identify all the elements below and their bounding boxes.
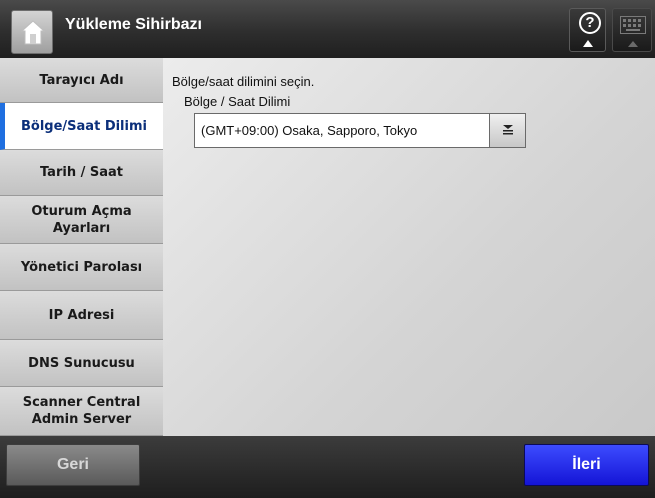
timezone-label: Bölge / Saat Dilimi (184, 94, 291, 109)
sidebar-item-label: IP Adresi (48, 307, 115, 323)
help-icon: ? (579, 12, 601, 34)
back-button[interactable]: Geri (6, 444, 140, 486)
sidebar-item-label: DNS Sunucusu (28, 355, 135, 371)
keyboard-button[interactable] (612, 8, 652, 52)
timezone-value: (GMT+09:00) Osaka, Sapporo, Tokyo (201, 123, 418, 138)
triangle-up-icon (583, 40, 593, 47)
instruction-text: Bölge/saat dilimini seçin. (172, 74, 315, 89)
sidebar-item-date-time[interactable]: Tarih / Saat (0, 150, 163, 196)
sidebar-item-region-timezone[interactable]: Bölge/Saat Dilimi (0, 103, 163, 150)
dropdown-arrow-icon (503, 125, 513, 135)
sidebar-item-scanner-central-admin[interactable]: Scanner Central Admin Server (0, 387, 163, 436)
home-button[interactable] (11, 10, 53, 54)
sidebar-item-label: Bölge/Saat Dilimi (21, 118, 147, 134)
keyboard-icon (620, 16, 646, 34)
sidebar-item-ip-address[interactable]: IP Adresi (0, 291, 163, 340)
sidebar-item-dns-server[interactable]: DNS Sunucusu (0, 340, 163, 387)
timezone-select[interactable]: (GMT+09:00) Osaka, Sapporo, Tokyo (194, 113, 526, 148)
sidebar-item-label: Tarih / Saat (39, 165, 123, 180)
help-button[interactable]: ? (569, 8, 606, 52)
sidebar-item-scanner-name[interactable]: Tarayıcı Adı (0, 58, 163, 103)
sidebar-item-label: Scanner Central Admin Server (22, 395, 141, 427)
sidebar-item-login-settings[interactable]: Oturum Açma Ayarları (0, 196, 163, 244)
page-title: Yükleme Sihirbazı (65, 16, 202, 33)
sidebar-item-label: Oturum Açma Ayarları (31, 203, 132, 236)
triangle-up-icon (628, 41, 638, 47)
home-icon (20, 20, 46, 45)
sidebar-item-admin-password[interactable]: Yönetici Parolası (0, 244, 163, 291)
sidebar-item-label: Yönetici Parolası (20, 259, 143, 275)
sidebar-item-label: Tarayıcı Adı (39, 72, 124, 88)
dropdown-button[interactable] (489, 114, 525, 147)
next-button[interactable]: İleri (524, 444, 649, 486)
